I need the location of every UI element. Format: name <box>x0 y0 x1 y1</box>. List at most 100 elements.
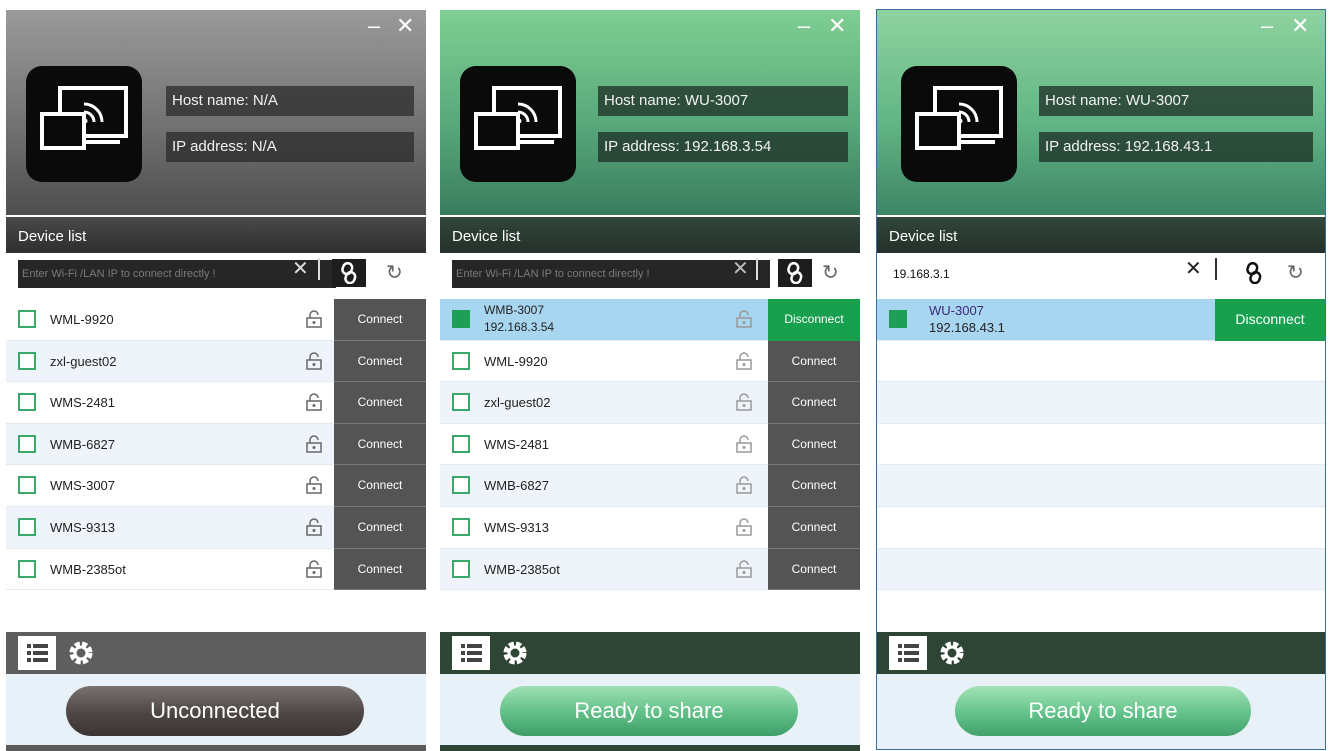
ip-address-field: IP address: 192.168.3.54 <box>598 132 848 162</box>
checkbox[interactable] <box>452 476 470 495</box>
connect-button[interactable]: Connect <box>334 548 426 591</box>
status-button[interactable]: Unconnected <box>66 686 364 736</box>
checkbox[interactable] <box>18 351 36 370</box>
list-item-empty <box>877 341 1325 383</box>
list-item-connected[interactable]: WU-3007 192.168.43.1 Disconnect <box>877 299 1325 341</box>
list-item[interactable]: WMB-2385ot Connect <box>440 548 860 591</box>
checkbox[interactable] <box>452 351 470 370</box>
checkbox[interactable] <box>452 434 470 453</box>
checkbox[interactable] <box>18 393 36 412</box>
refresh-icon[interactable]: ↻ <box>386 259 403 287</box>
list-item[interactable]: WMB-6827 Connect <box>6 423 426 466</box>
refresh-icon[interactable]: ↻ <box>822 259 839 287</box>
device-name: WMB-2385ot <box>484 561 560 577</box>
list-item[interactable]: WML-9920 Connect <box>440 340 860 383</box>
device-list: WMB-3007 192.168.3.54 Disconnect WML-9920 C… <box>440 299 860 591</box>
connect-button[interactable]: Connect <box>768 506 860 549</box>
connect-button[interactable]: Connect <box>768 465 860 507</box>
settings-gear-icon[interactable] <box>498 636 532 670</box>
app-logo-cast-icon <box>26 66 142 182</box>
ip-search-input[interactable]: Enter Wi-Fi /LAN IP to connect directly … <box>452 260 770 288</box>
lock-icon <box>306 559 322 578</box>
list-item[interactable]: WMB-2385ot Connect <box>6 548 426 591</box>
app-logo-cast-icon <box>460 66 576 182</box>
close-button[interactable]: ✕ <box>396 15 414 37</box>
status-button[interactable]: Ready to share <box>500 686 798 736</box>
list-item-empty <box>877 424 1325 466</box>
list-item[interactable]: WMB-6827 Connect <box>440 465 860 507</box>
device-ip: 192.168.43.1 <box>929 320 1005 335</box>
connect-button[interactable]: Connect <box>334 423 426 466</box>
device-name: WMB-2385ot <box>50 561 126 577</box>
link-icon[interactable] <box>332 259 366 287</box>
search-row: Enter Wi-Fi /LAN IP to connect directly … <box>440 255 860 293</box>
checkbox[interactable] <box>889 310 907 328</box>
connect-button[interactable]: Connect <box>334 299 426 341</box>
checkbox[interactable] <box>452 393 470 412</box>
app-window-connected: – ✕ Host name: WU-3007 IP address: 192.1… <box>440 10 860 751</box>
checkbox[interactable] <box>452 559 470 578</box>
lock-icon <box>736 559 752 578</box>
settings-gear-icon[interactable] <box>935 636 969 670</box>
list-item[interactable]: WML-9920 Connect <box>6 299 426 341</box>
list-item-connected[interactable]: WMB-3007 192.168.3.54 Disconnect <box>440 299 860 341</box>
lock-icon <box>736 310 752 328</box>
clear-icon[interactable]: ✕ <box>1185 256 1202 282</box>
list-view-icon[interactable] <box>452 636 490 670</box>
close-button[interactable]: ✕ <box>1291 15 1309 37</box>
host-name-field: Host name: WU-3007 <box>598 86 848 116</box>
checkbox[interactable] <box>18 559 36 578</box>
link-icon[interactable] <box>1237 259 1271 287</box>
checkbox[interactable] <box>18 434 36 453</box>
refresh-icon[interactable]: ↻ <box>1287 259 1304 287</box>
connect-button[interactable]: Connect <box>334 382 426 424</box>
list-view-icon[interactable] <box>18 636 56 670</box>
device-list-title: Device list <box>440 217 860 253</box>
minimize-button[interactable]: – <box>796 15 812 37</box>
close-button[interactable]: ✕ <box>828 15 846 37</box>
device-name: WML-9920 <box>484 353 548 369</box>
connect-button[interactable]: Connect <box>334 340 426 383</box>
connect-button[interactable]: Connect <box>334 506 426 549</box>
search-row: 19.168.3.1 ✕ ↻ <box>877 255 1325 293</box>
list-view-icon[interactable] <box>889 636 927 670</box>
checkbox[interactable] <box>18 310 36 328</box>
header: – ✕ Host name: WU-3007 IP address: 192.1… <box>440 10 860 215</box>
settings-gear-icon[interactable] <box>64 636 98 670</box>
list-item[interactable]: zxl-guest02 Connect <box>440 382 860 424</box>
link-icon[interactable] <box>778 259 812 287</box>
minimize-button[interactable]: – <box>1259 15 1275 37</box>
lock-icon <box>736 351 752 370</box>
checkbox[interactable] <box>452 517 470 536</box>
checkbox[interactable] <box>452 310 470 328</box>
list-item[interactable]: WMS-2481 Connect <box>440 423 860 466</box>
connect-button[interactable]: Connect <box>768 548 860 591</box>
clear-icon[interactable]: ✕ <box>292 256 309 282</box>
list-item[interactable]: WMS-9313 Connect <box>6 506 426 549</box>
ip-search-input[interactable]: Enter Wi-Fi /LAN IP to connect directly … <box>18 260 336 288</box>
minimize-button[interactable]: – <box>366 15 382 37</box>
lock-icon <box>306 518 322 536</box>
connect-button[interactable]: Connect <box>334 465 426 507</box>
connect-button[interactable]: Connect <box>768 423 860 466</box>
connect-button[interactable]: Connect <box>768 340 860 383</box>
list-item[interactable]: WMS-2481 Connect <box>6 382 426 424</box>
list-item[interactable]: zxl-guest02 Connect <box>6 340 426 383</box>
lock-icon <box>736 393 752 411</box>
ip-address-field: IP address: N/A <box>166 132 414 162</box>
clear-icon[interactable]: ✕ <box>732 256 749 282</box>
disconnect-button[interactable]: Disconnect <box>768 299 860 341</box>
list-item[interactable]: WMS-3007 Connect <box>6 465 426 507</box>
checkbox[interactable] <box>18 476 36 495</box>
connect-button[interactable]: Connect <box>768 382 860 424</box>
status-button[interactable]: Ready to share <box>955 686 1251 736</box>
bottom-toolbar <box>877 632 1325 674</box>
lock-icon <box>306 310 322 328</box>
list-item[interactable]: WMS-9313 Connect <box>440 506 860 549</box>
divider <box>1215 258 1217 280</box>
bottom-strip <box>440 745 860 751</box>
device-info: WU-3007 192.168.43.1 <box>929 302 1005 336</box>
checkbox[interactable] <box>18 517 36 536</box>
disconnect-button[interactable]: Disconnect <box>1215 299 1325 341</box>
ip-search-input[interactable]: 19.168.3.1 <box>889 260 1229 288</box>
